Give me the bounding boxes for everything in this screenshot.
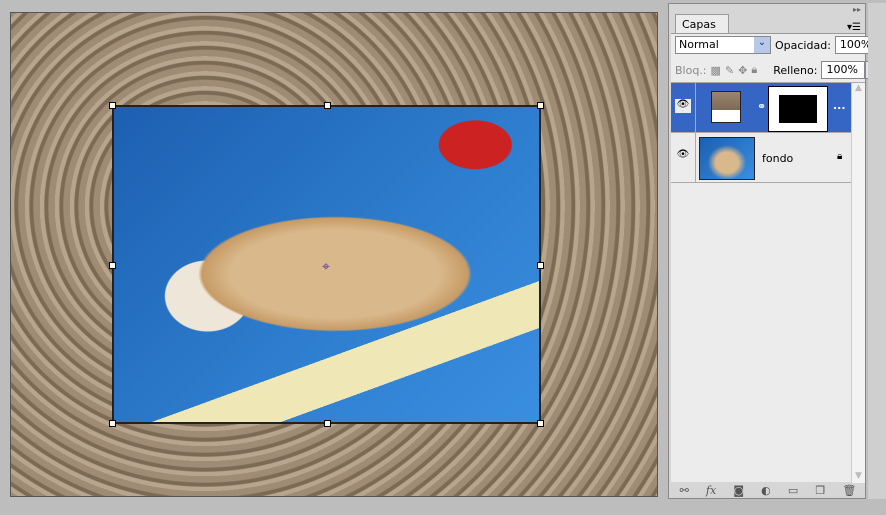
layers-list: 👁︎ ⚭ ... 👁︎ fondo 🔒︎ ▲ ▼: [671, 82, 865, 483]
eye-icon[interactable]: 👁︎: [675, 149, 691, 163]
transform-handle[interactable]: [324, 420, 331, 427]
lock-all-icon[interactable]: 🔒︎: [751, 63, 757, 77]
transform-handle[interactable]: [537, 102, 544, 109]
mask-icon[interactable]: ◙: [733, 484, 744, 497]
transform-handle[interactable]: [109, 262, 116, 269]
lock-label: Bloq.:: [675, 63, 707, 77]
transform-handle[interactable]: [537, 420, 544, 427]
link-icon[interactable]: ⚭: [757, 100, 766, 113]
opacity-label: Opacidad:: [775, 38, 831, 52]
transform-handle[interactable]: [537, 262, 544, 269]
transform-handle[interactable]: [324, 102, 331, 109]
lock-icon: 🔒︎: [837, 151, 843, 162]
lock-transparency-icon[interactable]: ▩: [711, 64, 721, 77]
scrollbar[interactable]: ▲ ▼: [851, 83, 865, 483]
fill-label: Relleno:: [773, 63, 818, 77]
more-indicator: ...: [833, 99, 846, 112]
transform-handle[interactable]: [109, 102, 116, 109]
folder-icon[interactable]: ▭: [788, 484, 798, 497]
fill-input[interactable]: 100%: [821, 61, 866, 79]
document-canvas[interactable]: ⌖: [10, 12, 658, 497]
tab-capas[interactable]: Capas ×: [675, 14, 729, 44]
eye-icon[interactable]: 👁︎: [675, 99, 691, 113]
chevron-down-icon: ⌄: [754, 37, 770, 53]
adjustment-icon[interactable]: ◐: [761, 484, 771, 497]
layer-thumbnail: [699, 137, 755, 180]
panel-footer: ⚯ fx ◙ ◐ ▭ ❐ 🗑︎: [671, 482, 865, 498]
layer-row-fondo[interactable]: 👁︎ fondo 🔒︎: [671, 133, 851, 183]
center-point-icon[interactable]: ⌖: [322, 259, 330, 275]
tab-label: Capas: [682, 18, 716, 31]
panel-menu-icon[interactable]: ▾☰: [847, 22, 861, 33]
transform-handle[interactable]: [109, 420, 116, 427]
collapse-icon[interactable]: ▸▸: [853, 5, 861, 14]
scroll-down-icon[interactable]: ▼: [852, 471, 865, 481]
dog-photo-layer[interactable]: ⌖: [109, 102, 544, 427]
layer-mask-thumbnail[interactable]: [768, 86, 828, 132]
layer-thumbnail: [711, 91, 741, 123]
fx-icon[interactable]: fx: [706, 484, 716, 497]
layer-row-selected[interactable]: 👁︎ ⚭ ...: [671, 83, 851, 133]
scroll-up-icon[interactable]: ▲: [852, 83, 865, 93]
side-dock: [868, 3, 886, 499]
lock-paint-icon[interactable]: ✎: [725, 64, 734, 77]
layers-panel: ▸▸ Capas × ▾☰ Normal⌄ Opacidad: 100%▶ Bl…: [668, 3, 886, 499]
new-layer-icon[interactable]: ❐: [815, 484, 825, 497]
link-icon[interactable]: ⚯: [680, 484, 689, 497]
lock-move-icon[interactable]: ✥: [738, 64, 747, 77]
trash-icon[interactable]: 🗑︎: [842, 484, 856, 497]
blend-mode-select[interactable]: Normal ⌄: [675, 36, 771, 54]
layer-name[interactable]: fondo: [762, 152, 793, 165]
